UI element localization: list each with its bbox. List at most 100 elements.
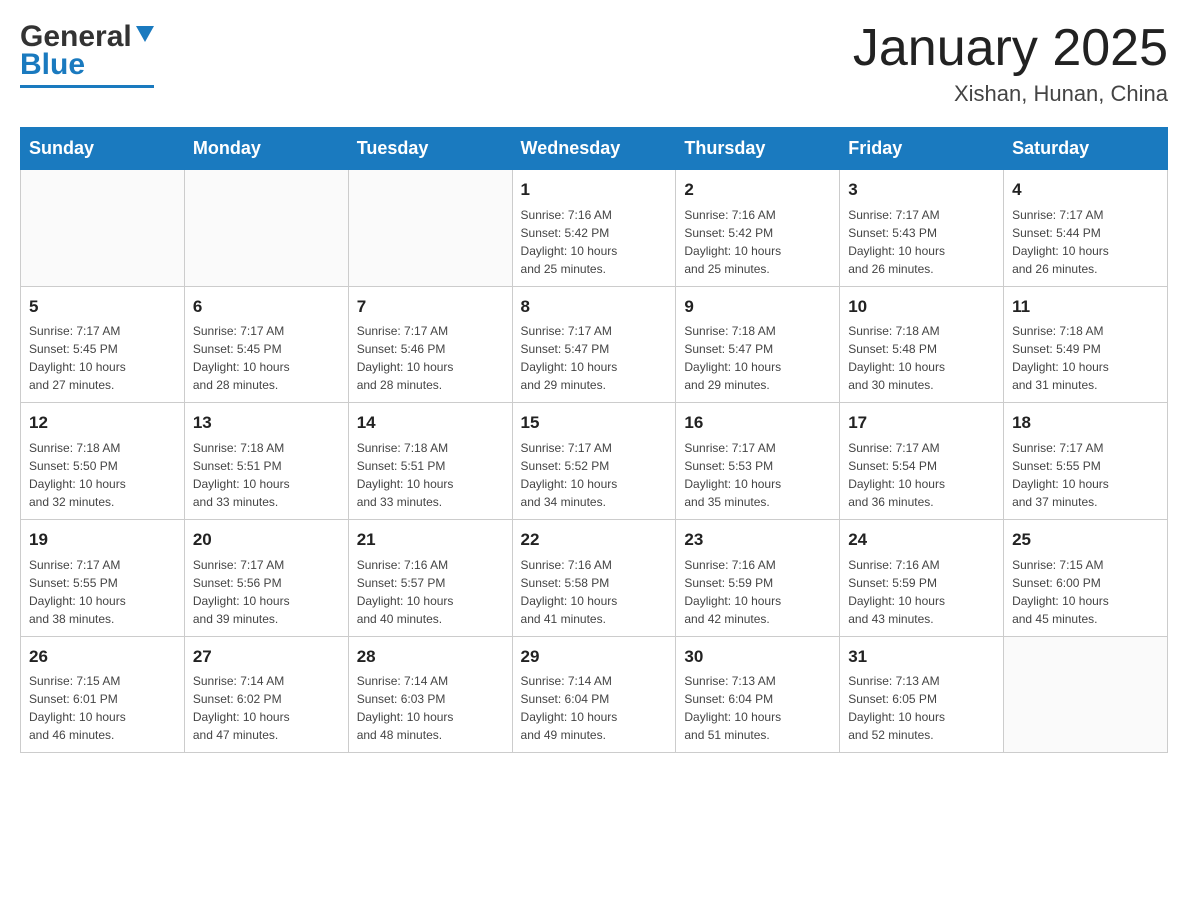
day-number: 17 bbox=[848, 411, 995, 436]
day-info: Sunrise: 7:13 AMSunset: 6:05 PMDaylight:… bbox=[848, 672, 995, 744]
calendar-day: 27Sunrise: 7:14 AMSunset: 6:02 PMDayligh… bbox=[184, 636, 348, 753]
calendar-day: 30Sunrise: 7:13 AMSunset: 6:04 PMDayligh… bbox=[676, 636, 840, 753]
day-number: 19 bbox=[29, 528, 176, 553]
calendar-day: 13 Sunrise: 7:18 AMSunset: 5:51 PMDayligh… bbox=[184, 403, 348, 520]
calendar-day: 2 Sunrise: 7:16 AMSunset: 5:42 PMDaylight… bbox=[676, 170, 840, 287]
calendar-week-1: 1 Sunrise: 7:16 AMSunset: 5:42 PMDaylight… bbox=[21, 170, 1168, 287]
day-info: Sunrise: 7:16 AMSunset: 5:57 PMDaylight:… bbox=[357, 556, 504, 628]
day-number: 21 bbox=[357, 528, 504, 553]
day-number: 8 bbox=[521, 295, 668, 320]
day-info: Sunrise: 7:18 AMSunset: 5:51 PMDaylight:… bbox=[193, 439, 340, 511]
calendar-table: Sunday Monday Tuesday Wednesday Thursday… bbox=[20, 127, 1168, 753]
calendar-day: 20 Sunrise: 7:17 AMSunset: 5:56 PMDayligh… bbox=[184, 520, 348, 637]
calendar-day: 21 Sunrise: 7:16 AMSunset: 5:57 PMDayligh… bbox=[348, 520, 512, 637]
calendar-day: 23Sunrise: 7:16 AMSunset: 5:59 PMDayligh… bbox=[676, 520, 840, 637]
day-number: 16 bbox=[684, 411, 831, 436]
day-number: 24 bbox=[848, 528, 995, 553]
day-number: 29 bbox=[521, 645, 668, 670]
day-number: 1 bbox=[521, 178, 668, 203]
day-number: 20 bbox=[193, 528, 340, 553]
day-info: Sunrise: 7:16 AMSunset: 5:42 PMDaylight:… bbox=[521, 206, 668, 278]
day-info: Sunrise: 7:17 AMSunset: 5:55 PMDaylight:… bbox=[29, 556, 176, 628]
calendar-day: 9Sunrise: 7:18 AMSunset: 5:47 PMDaylight… bbox=[676, 286, 840, 403]
calendar-day: 4 Sunrise: 7:17 AMSunset: 5:44 PMDaylight… bbox=[1004, 170, 1168, 287]
day-info: Sunrise: 7:14 AMSunset: 6:03 PMDaylight:… bbox=[357, 672, 504, 744]
header-monday: Monday bbox=[184, 128, 348, 170]
calendar-day bbox=[348, 170, 512, 287]
day-info: Sunrise: 7:17 AMSunset: 5:45 PMDaylight:… bbox=[193, 322, 340, 394]
calendar-day: 16 Sunrise: 7:17 AMSunset: 5:53 PMDayligh… bbox=[676, 403, 840, 520]
day-number: 4 bbox=[1012, 178, 1159, 203]
day-number: 26 bbox=[29, 645, 176, 670]
calendar-day bbox=[184, 170, 348, 287]
calendar-body: 1 Sunrise: 7:16 AMSunset: 5:42 PMDaylight… bbox=[21, 170, 1168, 753]
day-info: Sunrise: 7:17 AMSunset: 5:46 PMDaylight:… bbox=[357, 322, 504, 394]
day-number: 6 bbox=[193, 295, 340, 320]
calendar-day: 8Sunrise: 7:17 AMSunset: 5:47 PMDaylight… bbox=[512, 286, 676, 403]
day-info: Sunrise: 7:13 AMSunset: 6:04 PMDaylight:… bbox=[684, 672, 831, 744]
title-area: January 2025 Xishan, Hunan, China bbox=[853, 20, 1168, 107]
calendar-day bbox=[1004, 636, 1168, 753]
day-info: Sunrise: 7:17 AMSunset: 5:47 PMDaylight:… bbox=[521, 322, 668, 394]
day-info: Sunrise: 7:16 AMSunset: 5:59 PMDaylight:… bbox=[848, 556, 995, 628]
header-thursday: Thursday bbox=[676, 128, 840, 170]
day-info: Sunrise: 7:18 AMSunset: 5:47 PMDaylight:… bbox=[684, 322, 831, 394]
day-number: 28 bbox=[357, 645, 504, 670]
calendar-day: 3 Sunrise: 7:17 AMSunset: 5:43 PMDaylight… bbox=[840, 170, 1004, 287]
header-tuesday: Tuesday bbox=[348, 128, 512, 170]
day-info: Sunrise: 7:16 AMSunset: 5:58 PMDaylight:… bbox=[521, 556, 668, 628]
calendar-day: 10Sunrise: 7:18 AMSunset: 5:48 PMDayligh… bbox=[840, 286, 1004, 403]
day-info: Sunrise: 7:17 AMSunset: 5:45 PMDaylight:… bbox=[29, 322, 176, 394]
calendar-day: 29Sunrise: 7:14 AMSunset: 6:04 PMDayligh… bbox=[512, 636, 676, 753]
calendar-week-5: 26Sunrise: 7:15 AMSunset: 6:01 PMDayligh… bbox=[21, 636, 1168, 753]
day-info: Sunrise: 7:17 AMSunset: 5:44 PMDaylight:… bbox=[1012, 206, 1159, 278]
day-info: Sunrise: 7:17 AMSunset: 5:52 PMDaylight:… bbox=[521, 439, 668, 511]
day-info: Sunrise: 7:15 AMSunset: 6:01 PMDaylight:… bbox=[29, 672, 176, 744]
day-number: 12 bbox=[29, 411, 176, 436]
header-friday: Friday bbox=[840, 128, 1004, 170]
calendar-week-3: 12 Sunrise: 7:18 AMSunset: 5:50 PMDayligh… bbox=[21, 403, 1168, 520]
calendar-day: 31Sunrise: 7:13 AMSunset: 6:05 PMDayligh… bbox=[840, 636, 1004, 753]
day-number: 15 bbox=[521, 411, 668, 436]
day-number: 30 bbox=[684, 645, 831, 670]
header-sunday: Sunday bbox=[21, 128, 185, 170]
header-wednesday: Wednesday bbox=[512, 128, 676, 170]
calendar-day: 26Sunrise: 7:15 AMSunset: 6:01 PMDayligh… bbox=[21, 636, 185, 753]
day-number: 31 bbox=[848, 645, 995, 670]
logo-underline bbox=[20, 85, 154, 88]
header-row: Sunday Monday Tuesday Wednesday Thursday… bbox=[21, 128, 1168, 170]
day-number: 23 bbox=[684, 528, 831, 553]
day-number: 13 bbox=[193, 411, 340, 436]
calendar-day: 18Sunrise: 7:17 AMSunset: 5:55 PMDayligh… bbox=[1004, 403, 1168, 520]
calendar-day: 17 Sunrise: 7:17 AMSunset: 5:54 PMDayligh… bbox=[840, 403, 1004, 520]
day-number: 9 bbox=[684, 295, 831, 320]
calendar-day: 7Sunrise: 7:17 AMSunset: 5:46 PMDaylight… bbox=[348, 286, 512, 403]
calendar-subtitle: Xishan, Hunan, China bbox=[853, 81, 1168, 107]
day-info: Sunrise: 7:17 AMSunset: 5:56 PMDaylight:… bbox=[193, 556, 340, 628]
day-number: 3 bbox=[848, 178, 995, 203]
day-info: Sunrise: 7:18 AMSunset: 5:51 PMDaylight:… bbox=[357, 439, 504, 511]
logo-blue-text: Blue bbox=[20, 48, 85, 82]
logo-triangle-icon bbox=[136, 26, 154, 49]
day-number: 25 bbox=[1012, 528, 1159, 553]
day-info: Sunrise: 7:17 AMSunset: 5:54 PMDaylight:… bbox=[848, 439, 995, 511]
day-number: 18 bbox=[1012, 411, 1159, 436]
calendar-day: 19 Sunrise: 7:17 AMSunset: 5:55 PMDayligh… bbox=[21, 520, 185, 637]
day-number: 5 bbox=[29, 295, 176, 320]
day-info: Sunrise: 7:18 AMSunset: 5:50 PMDaylight:… bbox=[29, 439, 176, 511]
calendar-week-4: 19 Sunrise: 7:17 AMSunset: 5:55 PMDayligh… bbox=[21, 520, 1168, 637]
calendar-day: 24 Sunrise: 7:16 AMSunset: 5:59 PMDayligh… bbox=[840, 520, 1004, 637]
day-number: 7 bbox=[357, 295, 504, 320]
day-number: 2 bbox=[684, 178, 831, 203]
day-info: Sunrise: 7:17 AMSunset: 5:53 PMDaylight:… bbox=[684, 439, 831, 511]
day-info: Sunrise: 7:18 AMSunset: 5:49 PMDaylight:… bbox=[1012, 322, 1159, 394]
calendar-day: 25 Sunrise: 7:15 AMSunset: 6:00 PMDayligh… bbox=[1004, 520, 1168, 637]
calendar-day: 1 Sunrise: 7:16 AMSunset: 5:42 PMDaylight… bbox=[512, 170, 676, 287]
day-info: Sunrise: 7:15 AMSunset: 6:00 PMDaylight:… bbox=[1012, 556, 1159, 628]
day-info: Sunrise: 7:16 AMSunset: 5:42 PMDaylight:… bbox=[684, 206, 831, 278]
day-info: Sunrise: 7:14 AMSunset: 6:02 PMDaylight:… bbox=[193, 672, 340, 744]
day-number: 14 bbox=[357, 411, 504, 436]
day-info: Sunrise: 7:17 AMSunset: 5:43 PMDaylight:… bbox=[848, 206, 995, 278]
calendar-day: 28Sunrise: 7:14 AMSunset: 6:03 PMDayligh… bbox=[348, 636, 512, 753]
calendar-day: 5Sunrise: 7:17 AMSunset: 5:45 PMDaylight… bbox=[21, 286, 185, 403]
